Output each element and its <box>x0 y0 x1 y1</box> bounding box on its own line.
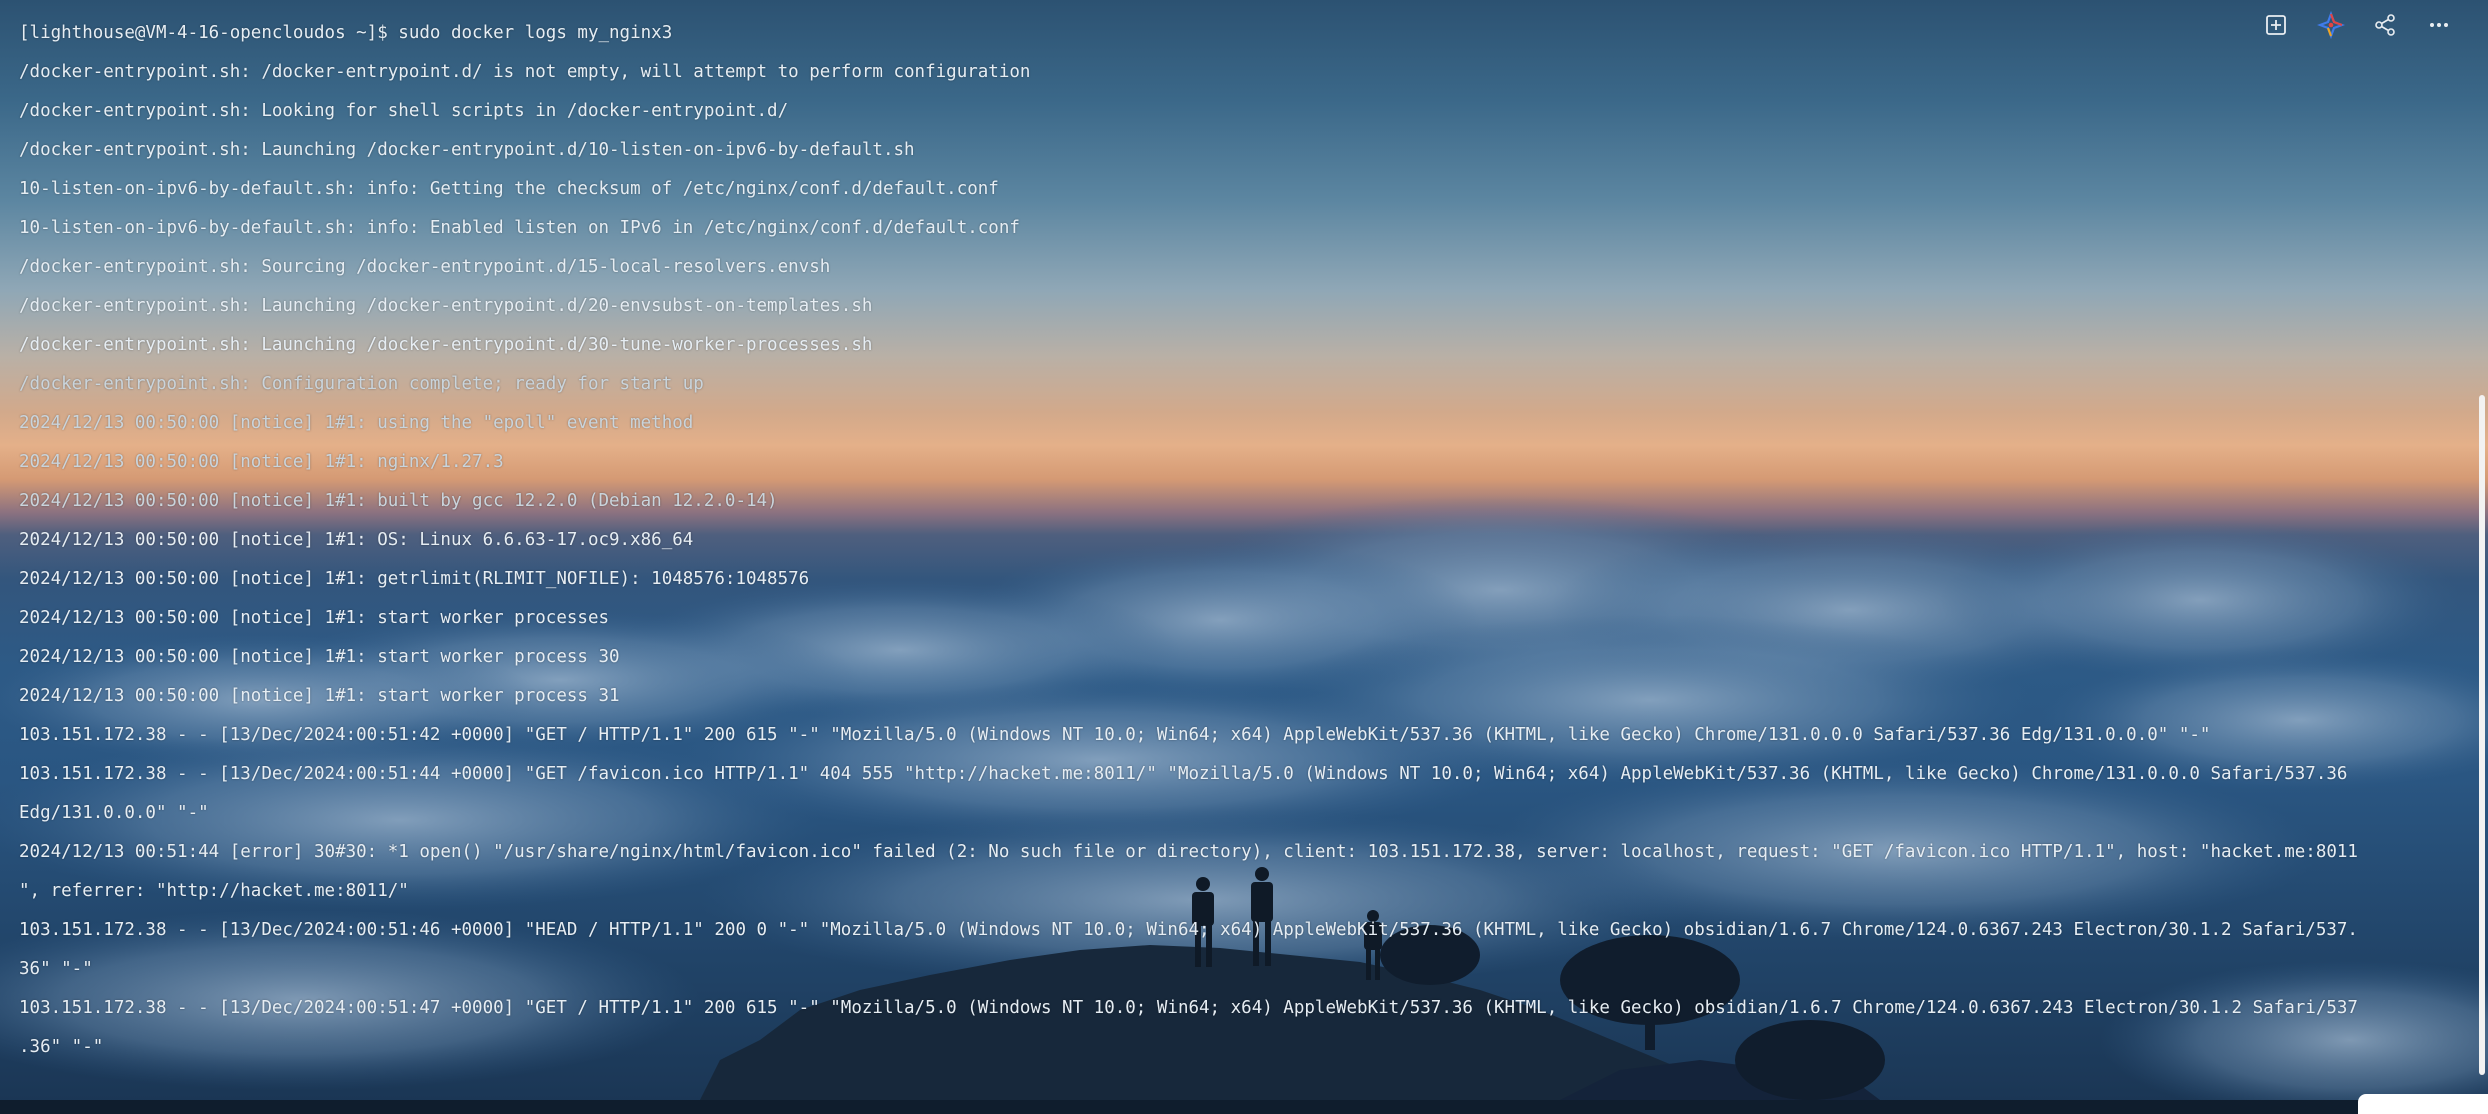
vertical-scrollbar[interactable] <box>2472 0 2488 1100</box>
terminal-line: 103.151.172.38 - - [13/Dec/2024:00:51:42… <box>19 725 2211 745</box>
status-strip <box>0 1100 2488 1114</box>
terminal-line: .36" "-" <box>19 1037 104 1057</box>
terminal-line: [lighthouse@VM-4-16-opencloudos ~]$ sudo… <box>19 23 673 43</box>
terminal-line: 103.151.172.38 - - [13/Dec/2024:00:51:46… <box>19 920 2358 940</box>
terminal-line: /docker-entrypoint.sh: Launching /docker… <box>19 296 873 316</box>
terminal-line: 2024/12/13 00:50:00 [notice] 1#1: using … <box>19 413 694 433</box>
terminal-line: /docker-entrypoint.sh: Launching /docker… <box>19 140 915 160</box>
terminal-line: 10-listen-on-ipv6-by-default.sh: info: G… <box>19 179 999 199</box>
terminal-line: 103.151.172.38 - - [13/Dec/2024:00:51:44… <box>19 764 2348 784</box>
corner-panel <box>2358 1094 2488 1114</box>
terminal-line: 2024/12/13 00:50:00 [notice] 1#1: OS: Li… <box>19 530 694 550</box>
terminal-line: Edg/131.0.0.0" "-" <box>19 803 209 823</box>
new-tab-icon[interactable] <box>2259 8 2293 42</box>
terminal-line: 36" "-" <box>19 959 93 979</box>
terminal-line: 2024/12/13 00:50:00 [notice] 1#1: getrli… <box>19 569 810 589</box>
terminal-line: /docker-entrypoint.sh: Launching /docker… <box>19 335 873 355</box>
terminal-line: ", referrer: "http://hacket.me:8011/" <box>19 881 409 901</box>
more-icon[interactable] <box>2422 8 2456 42</box>
terminal-line: /docker-entrypoint.sh: /docker-entrypoin… <box>19 62 1031 82</box>
terminal-line: /docker-entrypoint.sh: Looking for shell… <box>19 101 789 121</box>
terminal-line: 10-listen-on-ipv6-by-default.sh: info: E… <box>19 218 1020 238</box>
terminal-output[interactable]: [lighthouse@VM-4-16-opencloudos ~]$ sudo… <box>0 0 2470 1100</box>
terminal-toolbar <box>2258 8 2488 44</box>
terminal-line: 2024/12/13 00:50:00 [notice] 1#1: start … <box>19 608 610 628</box>
terminal-line: /docker-entrypoint.sh: Configuration com… <box>19 374 704 394</box>
share-icon[interactable] <box>2368 8 2402 42</box>
terminal-line: 2024/12/13 00:50:00 [notice] 1#1: built … <box>19 491 778 511</box>
terminal-line: 2024/12/13 00:50:00 [notice] 1#1: nginx/… <box>19 452 504 472</box>
ai-assistant-icon[interactable] <box>2314 8 2348 42</box>
terminal-line: 2024/12/13 00:50:00 [notice] 1#1: start … <box>19 686 620 706</box>
terminal-line: 2024/12/13 00:50:00 [notice] 1#1: start … <box>19 647 620 667</box>
terminal-line: 103.151.172.38 - - [13/Dec/2024:00:51:47… <box>19 998 2358 1018</box>
terminal-line: 2024/12/13 00:51:44 [error] 30#30: *1 op… <box>19 842 2358 862</box>
scrollbar-thumb[interactable] <box>2479 395 2485 1075</box>
terminal-line: /docker-entrypoint.sh: Sourcing /docker-… <box>19 257 831 277</box>
